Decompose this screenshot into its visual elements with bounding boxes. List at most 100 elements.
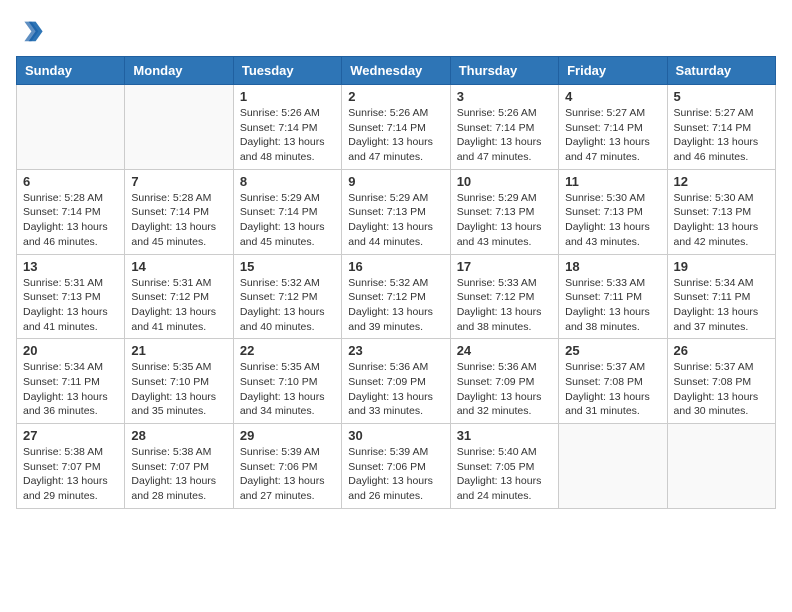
day-info: Sunrise: 5:31 AM Sunset: 7:12 PM Dayligh… (131, 276, 226, 335)
day-number: 20 (23, 343, 118, 358)
calendar-cell: 15Sunrise: 5:32 AM Sunset: 7:12 PM Dayli… (233, 254, 341, 339)
calendar-cell: 23 Sunrise: 5:36 AM Sunset: 7:09 PM Dayli… (342, 339, 450, 424)
day-info: Sunrise: 5:37 AM Sunset: 7:08 PM Dayligh… (565, 360, 660, 419)
day-number: 23 (348, 343, 443, 358)
calendar-cell (125, 85, 233, 170)
day-number: 7 (131, 174, 226, 189)
week-row: 6 Sunrise: 5:28 AM Sunset: 7:14 PM Daylig… (17, 169, 776, 254)
calendar-cell: 10 Sunrise: 5:29 AM Sunset: 7:13 PM Dayli… (450, 169, 558, 254)
calendar-table: SundayMondayTuesdayWednesdayThursdayFrid… (16, 56, 776, 509)
calendar-header: SundayMondayTuesdayWednesdayThursdayFrid… (17, 57, 776, 85)
calendar-cell: 6 Sunrise: 5:28 AM Sunset: 7:14 PM Daylig… (17, 169, 125, 254)
calendar-cell: 18 Sunrise: 5:33 AM Sunset: 7:11 PM Dayli… (559, 254, 667, 339)
day-info: Sunrise: 5:26 AM Sunset: 7:14 PM Dayligh… (348, 106, 443, 165)
day-number: 5 (674, 89, 769, 104)
calendar-cell (667, 424, 775, 509)
day-number: 15 (240, 259, 335, 274)
day-of-week-header: Wednesday (342, 57, 450, 85)
day-info: Sunrise: 5:37 AM Sunset: 7:08 PM Dayligh… (674, 360, 769, 419)
day-info: Sunrise: 5:29 AM Sunset: 7:13 PM Dayligh… (348, 191, 443, 250)
day-number: 1 (240, 89, 335, 104)
day-of-week-header: Monday (125, 57, 233, 85)
day-number: 22 (240, 343, 335, 358)
day-info: Sunrise: 5:31 AM Sunset: 7:13 PM Dayligh… (23, 276, 118, 335)
calendar-cell: 26 Sunrise: 5:37 AM Sunset: 7:08 PM Dayli… (667, 339, 775, 424)
calendar-cell: 22Sunrise: 5:35 AM Sunset: 7:10 PM Dayli… (233, 339, 341, 424)
calendar-cell: 19 Sunrise: 5:34 AM Sunset: 7:11 PM Dayli… (667, 254, 775, 339)
day-number: 25 (565, 343, 660, 358)
page-header (16, 16, 776, 44)
day-of-week-header: Saturday (667, 57, 775, 85)
day-info: Sunrise: 5:26 AM Sunset: 7:14 PM Dayligh… (457, 106, 552, 165)
day-number: 16 (348, 259, 443, 274)
day-info: Sunrise: 5:34 AM Sunset: 7:11 PM Dayligh… (674, 276, 769, 335)
calendar-cell: 17 Sunrise: 5:33 AM Sunset: 7:12 PM Dayli… (450, 254, 558, 339)
days-of-week-row: SundayMondayTuesdayWednesdayThursdayFrid… (17, 57, 776, 85)
day-of-week-header: Sunday (17, 57, 125, 85)
calendar-cell: 25 Sunrise: 5:37 AM Sunset: 7:08 PM Dayli… (559, 339, 667, 424)
calendar-cell: 7 Sunrise: 5:28 AM Sunset: 7:14 PM Daylig… (125, 169, 233, 254)
day-number: 18 (565, 259, 660, 274)
day-info: Sunrise: 5:28 AM Sunset: 7:14 PM Dayligh… (131, 191, 226, 250)
calendar-cell: 29 Sunrise: 5:39 AM Sunset: 7:06 PM Dayli… (233, 424, 341, 509)
day-info: Sunrise: 5:35 AM Sunset: 7:10 PM Dayligh… (131, 360, 226, 419)
calendar-cell: 14Sunrise: 5:31 AM Sunset: 7:12 PM Dayli… (125, 254, 233, 339)
calendar-cell: 28 Sunrise: 5:38 AM Sunset: 7:07 PM Dayli… (125, 424, 233, 509)
day-number: 3 (457, 89, 552, 104)
day-number: 26 (674, 343, 769, 358)
calendar-cell: 21 Sunrise: 5:35 AM Sunset: 7:10 PM Dayli… (125, 339, 233, 424)
day-info: Sunrise: 5:38 AM Sunset: 7:07 PM Dayligh… (131, 445, 226, 504)
day-info: Sunrise: 5:39 AM Sunset: 7:06 PM Dayligh… (240, 445, 335, 504)
day-info: Sunrise: 5:33 AM Sunset: 7:11 PM Dayligh… (565, 276, 660, 335)
day-info: Sunrise: 5:27 AM Sunset: 7:14 PM Dayligh… (674, 106, 769, 165)
day-info: Sunrise: 5:29 AM Sunset: 7:14 PM Dayligh… (240, 191, 335, 250)
day-info: Sunrise: 5:29 AM Sunset: 7:13 PM Dayligh… (457, 191, 552, 250)
day-number: 27 (23, 428, 118, 443)
day-number: 12 (674, 174, 769, 189)
day-info: Sunrise: 5:33 AM Sunset: 7:12 PM Dayligh… (457, 276, 552, 335)
day-info: Sunrise: 5:26 AM Sunset: 7:14 PM Dayligh… (240, 106, 335, 165)
day-number: 19 (674, 259, 769, 274)
day-number: 31 (457, 428, 552, 443)
day-number: 6 (23, 174, 118, 189)
calendar-cell: 3 Sunrise: 5:26 AM Sunset: 7:14 PM Daylig… (450, 85, 558, 170)
calendar-cell: 27 Sunrise: 5:38 AM Sunset: 7:07 PM Dayli… (17, 424, 125, 509)
calendar-cell: 11Sunrise: 5:30 AM Sunset: 7:13 PM Dayli… (559, 169, 667, 254)
calendar-cell: 30Sunrise: 5:39 AM Sunset: 7:06 PM Dayli… (342, 424, 450, 509)
day-number: 9 (348, 174, 443, 189)
day-info: Sunrise: 5:27 AM Sunset: 7:14 PM Dayligh… (565, 106, 660, 165)
week-row: 27 Sunrise: 5:38 AM Sunset: 7:07 PM Dayli… (17, 424, 776, 509)
day-number: 11 (565, 174, 660, 189)
calendar-cell: 8 Sunrise: 5:29 AM Sunset: 7:14 PM Daylig… (233, 169, 341, 254)
day-info: Sunrise: 5:38 AM Sunset: 7:07 PM Dayligh… (23, 445, 118, 504)
calendar-cell: 20Sunrise: 5:34 AM Sunset: 7:11 PM Dayli… (17, 339, 125, 424)
day-info: Sunrise: 5:36 AM Sunset: 7:09 PM Dayligh… (348, 360, 443, 419)
logo (16, 16, 48, 44)
calendar-cell (17, 85, 125, 170)
logo-icon (16, 16, 44, 44)
day-info: Sunrise: 5:28 AM Sunset: 7:14 PM Dayligh… (23, 191, 118, 250)
day-number: 4 (565, 89, 660, 104)
day-info: Sunrise: 5:36 AM Sunset: 7:09 PM Dayligh… (457, 360, 552, 419)
calendar-cell: 12 Sunrise: 5:30 AM Sunset: 7:13 PM Dayli… (667, 169, 775, 254)
day-info: Sunrise: 5:30 AM Sunset: 7:13 PM Dayligh… (674, 191, 769, 250)
day-number: 21 (131, 343, 226, 358)
calendar-cell: 13 Sunrise: 5:31 AM Sunset: 7:13 PM Dayli… (17, 254, 125, 339)
calendar-cell: 2Sunrise: 5:26 AM Sunset: 7:14 PM Daylig… (342, 85, 450, 170)
day-number: 13 (23, 259, 118, 274)
calendar-cell: 1 Sunrise: 5:26 AM Sunset: 7:14 PM Daylig… (233, 85, 341, 170)
day-number: 10 (457, 174, 552, 189)
day-number: 28 (131, 428, 226, 443)
day-number: 24 (457, 343, 552, 358)
week-row: 1 Sunrise: 5:26 AM Sunset: 7:14 PM Daylig… (17, 85, 776, 170)
calendar-cell: 16 Sunrise: 5:32 AM Sunset: 7:12 PM Dayli… (342, 254, 450, 339)
day-of-week-header: Thursday (450, 57, 558, 85)
day-info: Sunrise: 5:32 AM Sunset: 7:12 PM Dayligh… (348, 276, 443, 335)
day-number: 29 (240, 428, 335, 443)
day-info: Sunrise: 5:40 AM Sunset: 7:05 PM Dayligh… (457, 445, 552, 504)
calendar-cell: 4 Sunrise: 5:27 AM Sunset: 7:14 PM Daylig… (559, 85, 667, 170)
day-number: 8 (240, 174, 335, 189)
calendar-cell (559, 424, 667, 509)
week-row: 20Sunrise: 5:34 AM Sunset: 7:11 PM Dayli… (17, 339, 776, 424)
day-number: 17 (457, 259, 552, 274)
